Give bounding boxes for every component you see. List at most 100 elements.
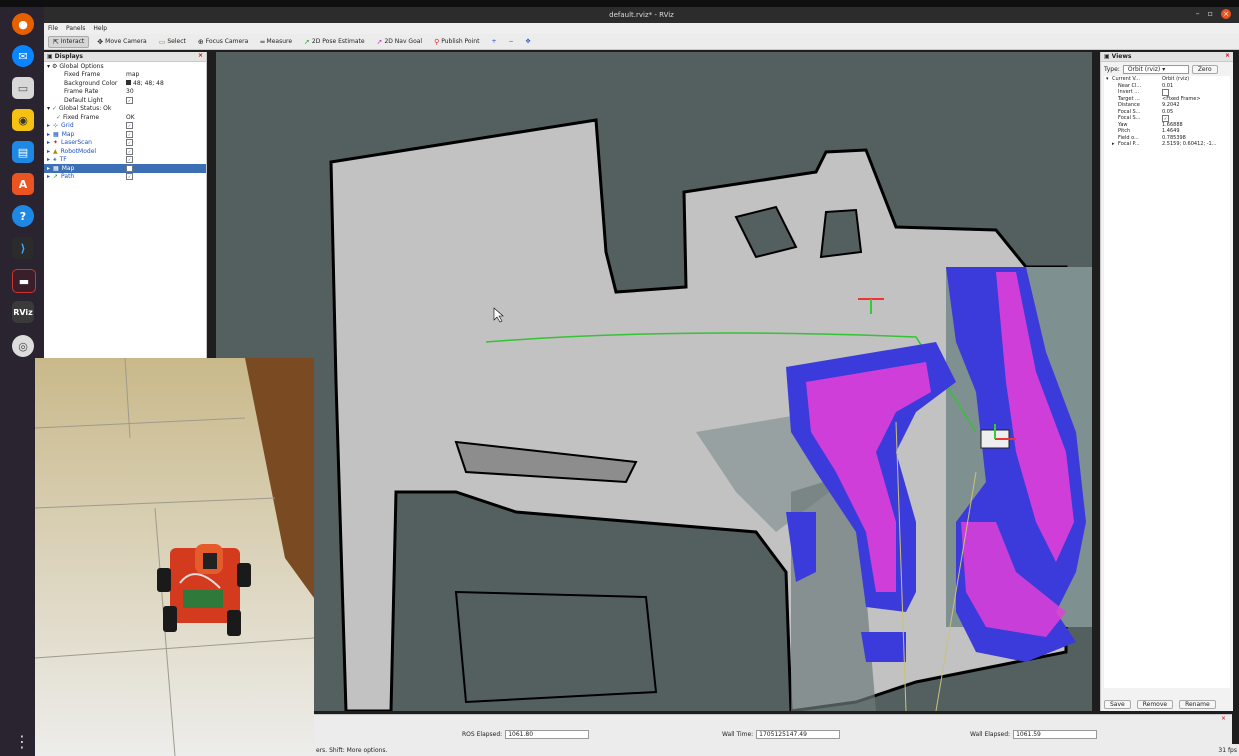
menu-help[interactable]: Help xyxy=(93,25,107,32)
view-value[interactable]: 0.05 xyxy=(1162,109,1173,115)
rviz-icon[interactable]: RViz xyxy=(12,301,34,323)
show-apps-icon[interactable]: ⋮⋮ xyxy=(14,733,46,751)
app-center-icon[interactable]: A xyxy=(12,173,34,195)
view-prop-row[interactable]: ▸ Focal P... 2.5159; 0.60412; -1... xyxy=(1104,141,1230,148)
view-value[interactable]: 9.2042 xyxy=(1162,102,1180,108)
display-item-robotmodel[interactable]: ▸ ▲ RobotModel ✓ xyxy=(44,147,206,156)
remove-view-button[interactable]: Remove xyxy=(1136,700,1174,709)
display-item-tf[interactable]: ▸ ⚹ TF ✓ xyxy=(44,156,206,165)
thunderbird-icon[interactable]: ✉ xyxy=(12,45,34,67)
menu-panels[interactable]: Panels xyxy=(66,25,85,32)
displays-close-icon[interactable]: × xyxy=(198,52,203,59)
prop-key: Fixed Frame xyxy=(64,71,101,79)
tool-properties-button[interactable]: ✥ xyxy=(522,37,535,46)
wall-time-value: 1705125147.49 xyxy=(756,730,841,739)
display-checkbox[interactable]: ✓ xyxy=(126,156,133,164)
view-type-value: Orbit (rviz) xyxy=(1127,66,1161,73)
measure-tool[interactable]: ═ Measure xyxy=(256,37,296,47)
display-item-map-2[interactable]: ▸ ▦ Map ✓ xyxy=(44,164,206,173)
view-value[interactable]: <Fixed Frame> xyxy=(1162,96,1201,102)
global-status-row[interactable]: ▾ ✓ Global Status: Ok xyxy=(44,105,206,114)
view-value[interactable]: 0.01 xyxy=(1162,83,1173,89)
disc-icon[interactable]: ◎ xyxy=(12,335,34,357)
maximize-icon[interactable]: ▫ xyxy=(1208,9,1213,19)
prop-value: OK xyxy=(126,113,135,121)
rhythmbox-icon[interactable]: ◉ xyxy=(12,109,34,131)
wall-time-field: Wall Time: 1705125147.49 xyxy=(722,730,841,739)
display-item-path[interactable]: ▸ ➚ Path ✓ xyxy=(44,173,206,182)
prop-fixed-frame[interactable]: Fixed Frame map xyxy=(44,71,206,80)
nav-goal-tool[interactable]: ➚ 2D Nav Goal xyxy=(373,37,427,47)
global-options-row[interactable]: ▾ ⚙ Global Options xyxy=(44,62,206,71)
files-icon[interactable]: ▭ xyxy=(12,77,34,99)
display-checkbox[interactable]: ✓ xyxy=(126,147,133,155)
minus-icon: − xyxy=(508,38,514,45)
publish-point-label: Publish Point xyxy=(441,38,480,45)
display-item-laserscan[interactable]: ▸ ✦ LaserScan ✓ xyxy=(44,139,206,148)
prop-value[interactable]: 48; 48; 48 xyxy=(133,80,164,87)
prop-fixed-frame-status[interactable]: ✓ Fixed Frame OK xyxy=(44,113,206,122)
fps-readout: 31 fps xyxy=(1218,747,1237,754)
rename-view-button[interactable]: Rename xyxy=(1179,700,1216,709)
display-item-grid[interactable]: ▸ ⊹ Grid ✓ xyxy=(44,122,206,131)
help-icon[interactable]: ? xyxy=(12,205,34,227)
save-view-button[interactable]: Save xyxy=(1104,700,1131,709)
display-label: Path xyxy=(61,173,75,181)
firefox-icon[interactable]: ● xyxy=(12,13,34,35)
view-value[interactable]: 2.5159; 0.60412; -1... xyxy=(1162,141,1216,147)
default-light-checkbox[interactable]: ✓ xyxy=(126,96,133,104)
interact-tool[interactable]: ⇱ Interact xyxy=(48,35,90,48)
time-close-icon[interactable]: × xyxy=(1221,715,1226,722)
focus-camera-tool[interactable]: ⊕ Focus Camera xyxy=(194,37,252,47)
view-key: Invert ... xyxy=(1118,89,1140,95)
minimize-icon[interactable]: – xyxy=(1196,9,1200,19)
views-close-icon[interactable]: × xyxy=(1225,52,1230,59)
select-tool[interactable]: ▭ Select xyxy=(155,37,190,47)
views-title: Views xyxy=(1111,53,1132,60)
view-key: Focal S... xyxy=(1118,108,1141,115)
move-camera-label: Move Camera xyxy=(105,38,147,45)
toolbar: ⇱ Interact ✥ Move Camera ▭ Select ⊕ Focus Ca… xyxy=(44,34,1239,50)
menu-file[interactable]: File xyxy=(48,25,58,32)
view-type-select[interactable]: Orbit (rviz) ▾ xyxy=(1122,65,1189,74)
ros-elapsed-field: ROS Elapsed: 1061.80 xyxy=(462,730,590,739)
view-value[interactable]: 1.66888 xyxy=(1162,122,1183,128)
prop-background-color[interactable]: Background Color 48; 48; 48 xyxy=(44,79,206,88)
display-checkbox[interactable]: ✓ xyxy=(126,122,133,130)
view-value[interactable]: 0.785398 xyxy=(1162,135,1186,141)
display-item-map[interactable]: ▸ ▦ Map ✓ xyxy=(44,130,206,139)
remove-tool-button[interactable]: − xyxy=(504,37,517,46)
views-icon: ▣ xyxy=(1104,53,1110,60)
display-checkbox[interactable]: ✓ xyxy=(126,130,133,138)
display-checkbox[interactable]: ✓ xyxy=(126,164,133,172)
costmap-blob xyxy=(861,632,906,662)
robot-car xyxy=(157,544,251,636)
display-checkbox[interactable]: ✓ xyxy=(126,173,133,181)
color-swatch[interactable] xyxy=(126,79,131,85)
prop-value[interactable]: 30 xyxy=(126,88,134,95)
move-camera-tool[interactable]: ✥ Move Camera xyxy=(93,37,150,47)
map-render xyxy=(329,118,1092,711)
measure-label: Measure xyxy=(266,38,293,45)
add-tool-button[interactable]: + xyxy=(487,37,500,46)
vscode-icon[interactable]: ⟩ xyxy=(12,237,34,259)
map-icon: ▦ xyxy=(53,130,59,138)
prop-default-light[interactable]: Default Light ✓ xyxy=(44,96,206,105)
terminal-icon[interactable]: ▬ xyxy=(12,269,36,293)
close-window-button[interactable]: × xyxy=(1221,9,1231,19)
views-header: ▣ Views × xyxy=(1101,52,1233,62)
prop-key: Background Color xyxy=(64,79,118,87)
writer-icon[interactable]: ▤ xyxy=(12,141,34,163)
display-checkbox[interactable]: ✓ xyxy=(126,139,133,147)
view-value[interactable]: 1.4649 xyxy=(1162,128,1180,134)
laser-icon: ✦ xyxy=(53,139,59,147)
pose-estimate-tool[interactable]: ➚ 2D Pose Estimate xyxy=(300,37,369,47)
zero-button[interactable]: Zero xyxy=(1191,65,1218,74)
grid-icon: ⊹ xyxy=(53,122,59,130)
tf-icon: ⚹ xyxy=(53,155,57,163)
publish-point-tool[interactable]: ⚲ Publish Point xyxy=(430,37,483,47)
prop-value[interactable]: map xyxy=(126,71,139,78)
prop-frame-rate[interactable]: Frame Rate 30 xyxy=(44,88,206,97)
rviz-3d-viewport[interactable] xyxy=(216,52,1092,711)
camera-video-overlay xyxy=(35,358,314,756)
